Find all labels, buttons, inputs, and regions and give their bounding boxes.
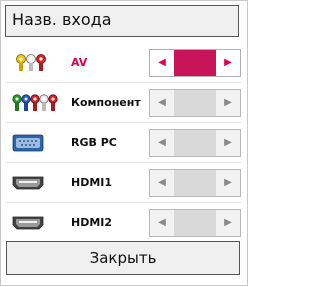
left-arrow-icon[interactable]: ◀ [150,130,174,156]
right-arrow-icon[interactable]: ▶ [216,170,240,196]
left-arrow-icon[interactable]: ◀ [150,170,174,196]
input-label-component: Компонент [71,96,141,109]
input-row-rgb-pc[interactable]: RGB PC ◀ ▶ [1,125,249,161]
selector-value-box [174,170,216,196]
input-label-hdmi2: HDMI2 [71,216,113,229]
hdmi-port-icon [12,216,44,230]
input-row-component[interactable]: Компонент ◀ ▶ [1,85,249,121]
label-selector-av[interactable]: ◀ ▶ [149,49,241,77]
right-arrow-icon[interactable]: ▶ [216,210,240,236]
hdmi-port-icon [12,176,44,190]
row-divider [5,122,241,123]
component-rca-icon [12,94,58,111]
left-arrow-icon[interactable]: ◀ [150,50,174,76]
row-divider [5,82,241,83]
av-rca-icon [16,54,46,71]
close-button[interactable]: Закрыть [6,241,240,275]
label-selector-hdmi2[interactable]: ◀ ▶ [149,209,241,237]
input-row-av[interactable]: AV ◀ ▶ [1,45,249,81]
input-label-dialog: Назв. входа AV ◀ ▶ Компонент ◀ ▶ RGB PC … [0,0,248,286]
input-label-av: AV [71,56,88,69]
left-arrow-icon[interactable]: ◀ [150,210,174,236]
right-arrow-icon[interactable]: ▶ [216,130,240,156]
right-arrow-icon[interactable]: ▶ [216,50,240,76]
right-arrow-icon[interactable]: ▶ [216,90,240,116]
row-divider [5,202,241,203]
selector-value-box [174,50,216,76]
left-arrow-icon[interactable]: ◀ [150,90,174,116]
label-selector-rgb-pc[interactable]: ◀ ▶ [149,129,241,157]
selector-value-box [174,130,216,156]
input-label-hdmi1: HDMI1 [71,176,113,189]
input-label-rgb-pc: RGB PC [71,136,117,149]
input-row-hdmi2[interactable]: HDMI2 ◀ ▶ [1,205,249,241]
label-selector-hdmi1[interactable]: ◀ ▶ [149,169,241,197]
selector-value-box [174,90,216,116]
rgb-pc-port-icon [12,134,44,152]
row-divider [5,162,241,163]
selector-value-box [174,210,216,236]
label-selector-component[interactable]: ◀ ▶ [149,89,241,117]
input-row-hdmi1[interactable]: HDMI1 ◀ ▶ [1,165,249,201]
